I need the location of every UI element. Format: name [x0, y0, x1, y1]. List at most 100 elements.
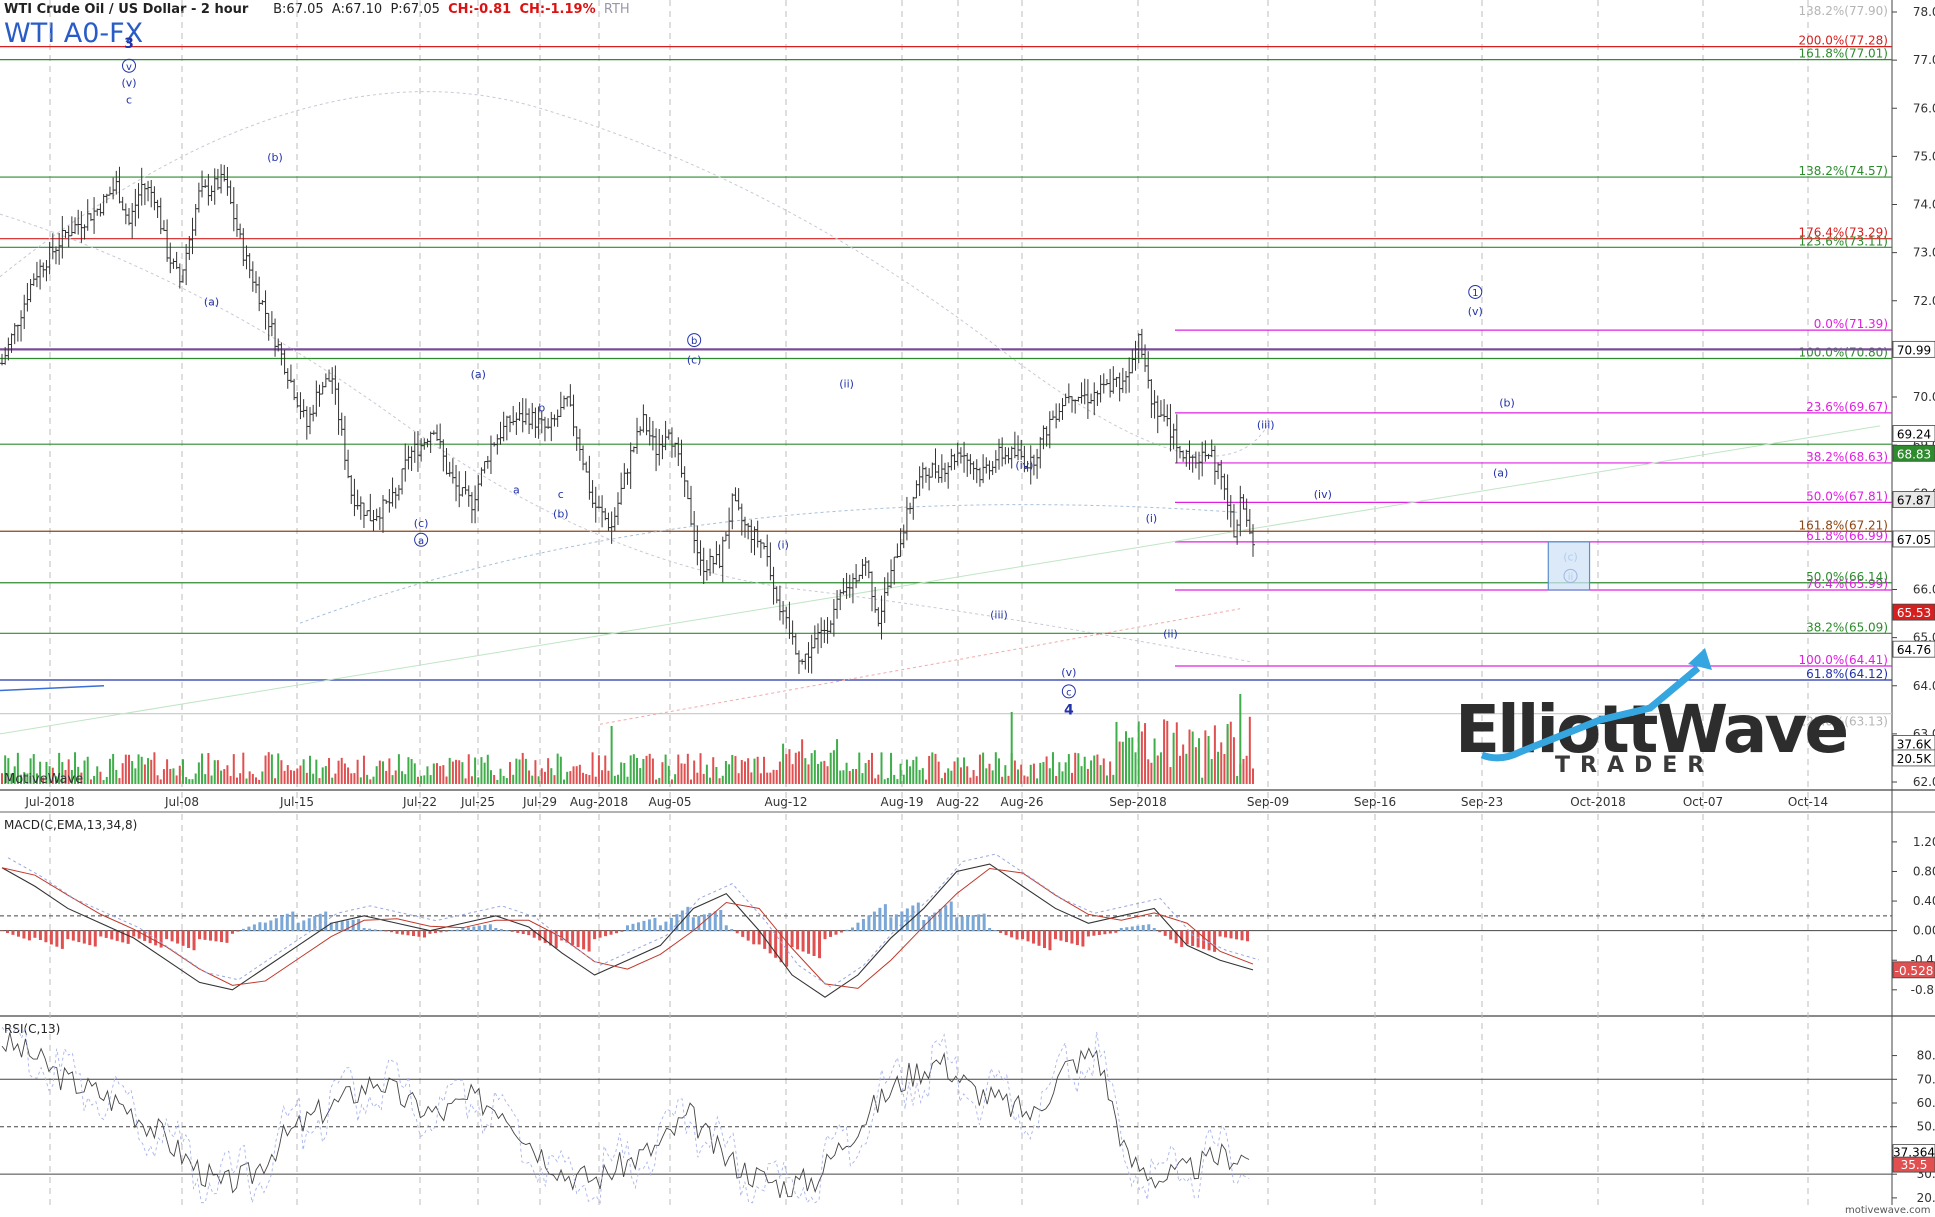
- volume-bar: [905, 759, 908, 784]
- volume-bar: [991, 770, 994, 784]
- macd-histogram-bar: [225, 930, 229, 943]
- volume-bar: [248, 771, 251, 784]
- volume-bar: [261, 771, 264, 784]
- volume-bar: [124, 754, 127, 784]
- volume-bar: [785, 754, 788, 784]
- fib-level-label: 76.4%(65.99): [1806, 577, 1888, 591]
- macd-histogram-bar: [724, 925, 728, 932]
- macd-tick-label: 0.000: [1913, 924, 1935, 938]
- macd-histogram-bar: [686, 906, 690, 932]
- y-tick-label: 73.00: [1913, 246, 1935, 260]
- volume-bar: [588, 775, 591, 784]
- volume-bar: [435, 763, 438, 784]
- volume-bar: [131, 761, 134, 784]
- x-tick-label: Jul-22: [402, 795, 437, 809]
- motivewave-watermark: MotiveWave: [4, 772, 83, 787]
- volume-bar: [1242, 758, 1245, 784]
- macd-histogram-bar: [450, 930, 454, 932]
- rsi-value-label: 35.5: [1901, 1158, 1928, 1172]
- volume-bar: [413, 763, 416, 784]
- price-tag-label: 67.05: [1897, 533, 1931, 547]
- macd-histogram-bar: [1169, 930, 1173, 940]
- volume-bar: [356, 759, 359, 784]
- wave-label: (iii): [1257, 418, 1275, 431]
- volume-bar: [731, 754, 734, 784]
- macd-histogram-bar: [1037, 930, 1041, 946]
- volume-bar: [877, 774, 880, 784]
- macd-histogram-bar: [516, 930, 520, 933]
- macd-tick-label: 1.200: [1913, 835, 1935, 849]
- macd-histogram-bar: [302, 920, 306, 932]
- volume-bar: [559, 756, 562, 784]
- volume-bar: [1055, 775, 1058, 784]
- macd-histogram-bar: [1053, 930, 1057, 940]
- macd-histogram-bar: [472, 926, 476, 932]
- macd-histogram-bar: [258, 922, 262, 932]
- macd-histogram-bar: [488, 924, 492, 932]
- volume-bar: [112, 753, 115, 784]
- volume-bar: [315, 759, 318, 784]
- macd-histogram-bar: [241, 928, 245, 932]
- volume-bar: [988, 763, 991, 784]
- volume-bar: [493, 774, 496, 784]
- volume-bar: [956, 757, 959, 784]
- macd-histogram-bar: [335, 921, 339, 932]
- macd-histogram-bar: [296, 922, 300, 932]
- volume-bar: [1051, 752, 1054, 784]
- volume-bar: [547, 758, 550, 784]
- macd-histogram-bar: [77, 930, 81, 943]
- macd-histogram-bar: [593, 930, 597, 940]
- macd-histogram-bar: [219, 930, 223, 943]
- volume-bar: [1001, 776, 1004, 784]
- volume-bar: [1017, 769, 1020, 784]
- y-tick-label: 66.00: [1913, 583, 1935, 597]
- volume-bar: [1058, 762, 1061, 784]
- wave-labels-layer: 3 v (v) c (b) (a) (a) b a c (b) (c) a b (c) (ii) (i) (iv)…: [121, 36, 1577, 719]
- volume-bar: [1144, 723, 1147, 784]
- macd-histogram-bar: [291, 911, 295, 932]
- macd-histogram-bar: [1097, 930, 1101, 935]
- volume-bar: [1118, 741, 1121, 784]
- volume-bar: [750, 772, 753, 784]
- macd-panel: MACD(C,EMA,13,34,8) 1.200 0.800 0.400 0.000 -…: [0, 818, 1935, 998]
- macd-histogram-bar: [1185, 930, 1189, 945]
- volume-bar: [829, 752, 832, 784]
- volume-bar: [766, 772, 769, 784]
- macd-histogram-bar: [93, 930, 97, 947]
- volume-bar: [1248, 716, 1251, 784]
- volume-bar: [512, 774, 515, 784]
- volume-bar: [826, 766, 829, 784]
- price-tag-label: 68.83: [1897, 447, 1931, 461]
- volume-bar: [1137, 721, 1140, 784]
- volume-bar: [845, 762, 848, 784]
- x-tick-label: Sep-23: [1461, 795, 1503, 809]
- macd-title: MACD(C,EMA,13,34,8): [4, 818, 137, 832]
- macd-histogram-bar: [455, 929, 459, 932]
- volume-bar: [867, 759, 870, 784]
- volume-bar: [401, 771, 404, 784]
- wave-label: c: [126, 93, 132, 106]
- macd-histogram-bar: [1075, 930, 1079, 946]
- macd-histogram-bar: [477, 925, 481, 932]
- volume-bar: [1124, 731, 1127, 784]
- macd-histogram-bar: [587, 930, 591, 952]
- macd-histogram-bar: [697, 915, 701, 932]
- macd-histogram-bar: [390, 930, 394, 933]
- macd-histogram-bar: [664, 921, 668, 932]
- macd-histogram-bar: [691, 917, 695, 932]
- macd-histogram-bar: [620, 930, 624, 932]
- volume-bar: [937, 761, 940, 784]
- macd-histogram-bar: [636, 922, 640, 932]
- macd-histogram-bar: [916, 902, 920, 932]
- macd-histogram-bar: [604, 930, 608, 937]
- macd-histogram-bar: [60, 930, 64, 949]
- macd-histogram-bar: [845, 929, 849, 932]
- volume-bar: [1169, 767, 1172, 784]
- volume-bar: [1083, 756, 1086, 784]
- volume-bar: [918, 769, 921, 784]
- chart-canvas[interactable]: 138.2%(77.90) 200.0%(77.28)161.8%(77.01) 1…: [0, 0, 1935, 1217]
- volume-bar: [537, 776, 540, 784]
- volume-bar: [1071, 772, 1074, 784]
- macd-histogram-bar: [203, 930, 207, 940]
- x-tick-label: Aug-2018: [570, 795, 628, 809]
